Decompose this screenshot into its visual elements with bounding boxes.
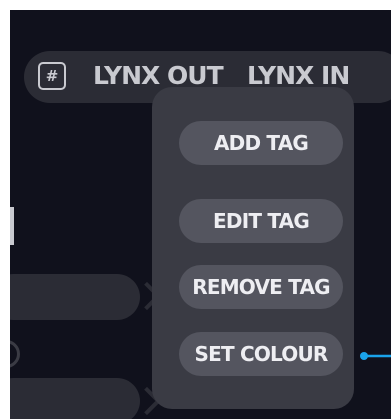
node-pill[interactable] xyxy=(10,378,140,419)
add-tag-button[interactable]: ADD TAG xyxy=(179,121,343,165)
port-ring[interactable] xyxy=(10,340,20,368)
colour-connector xyxy=(360,352,391,360)
hash-icon[interactable]: # xyxy=(38,62,66,90)
remove-tag-button[interactable]: REMOVE TAG xyxy=(179,265,343,309)
context-menu: ADD TAG EDIT TAG REMOVE TAG SET COLOUR xyxy=(152,87,354,409)
left-edge-marker xyxy=(10,207,14,245)
edit-tag-button[interactable]: EDIT TAG xyxy=(179,199,343,243)
set-colour-button[interactable]: SET COLOUR xyxy=(179,332,343,376)
canvas-area: # LYNX OUT LYNX IN S ADD TAG EDIT TAG RE… xyxy=(10,10,391,419)
node-pill[interactable] xyxy=(10,274,140,320)
